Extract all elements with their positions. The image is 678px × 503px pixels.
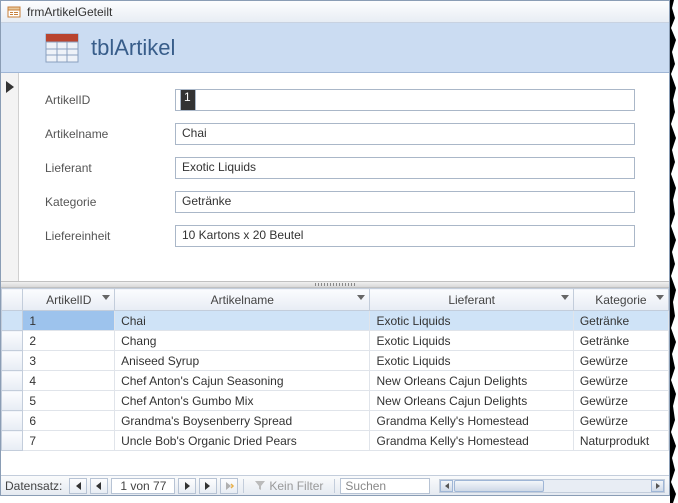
nav-filter-indicator[interactable]: Kein Filter [249, 479, 329, 493]
field-input[interactable]: Getränke [175, 191, 635, 213]
nav-prev-button[interactable] [90, 478, 108, 494]
nav-search-input[interactable]: Suchen [340, 478, 430, 494]
field-label: Kategorie [45, 195, 175, 209]
scroll-thumb[interactable] [454, 480, 544, 492]
cell[interactable]: 7 [23, 431, 115, 451]
current-record-marker-icon [6, 81, 14, 93]
chevron-down-icon[interactable] [357, 295, 365, 300]
field-input[interactable]: Chai [175, 123, 635, 145]
table-row[interactable]: 7Uncle Bob's Organic Dried PearsGrandma … [2, 431, 669, 451]
cell[interactable]: Gewürze [573, 351, 668, 371]
field-label: Liefereinheit [45, 229, 175, 243]
row-selector[interactable] [2, 411, 23, 431]
cell[interactable]: Chef Anton's Gumbo Mix [115, 391, 370, 411]
table-row[interactable]: 4Chef Anton's Cajun SeasoningNew Orleans… [2, 371, 669, 391]
chevron-down-icon[interactable] [561, 295, 569, 300]
nav-next-button[interactable] [178, 478, 196, 494]
table-row[interactable]: 1ChaiExotic LiquidsGetränke [2, 311, 669, 331]
torn-edge-decoration [670, 0, 678, 503]
cell[interactable]: Uncle Bob's Organic Dried Pears [115, 431, 370, 451]
field-input[interactable]: 10 Kartons x 20 Beutel [175, 225, 635, 247]
row-selector[interactable] [2, 431, 23, 451]
form-row: ArtikelnameChai [45, 123, 635, 145]
form-row: ArtikelID1 [45, 89, 635, 111]
form-row: LieferantExotic Liquids [45, 157, 635, 179]
field-label: Artikelname [45, 127, 175, 141]
cell[interactable]: Chef Anton's Cajun Seasoning [115, 371, 370, 391]
cell[interactable]: 4 [23, 371, 115, 391]
field-input[interactable]: Exotic Liquids [175, 157, 635, 179]
form-icon [7, 5, 21, 19]
form-row: KategorieGetränke [45, 191, 635, 213]
cell[interactable]: 1 [23, 311, 115, 331]
cell[interactable]: Grandma Kelly's Homestead [370, 431, 573, 451]
cell[interactable]: Gewürze [573, 411, 668, 431]
title-bar: frmArtikelGeteilt [1, 1, 669, 23]
record-navigation-bar: Datensatz: 1 von 77 Kein Filter Suchen [1, 475, 669, 495]
cell[interactable]: 6 [23, 411, 115, 431]
row-selector[interactable] [2, 311, 23, 331]
cell[interactable]: Getränke [573, 311, 668, 331]
separator [334, 479, 335, 493]
cell[interactable]: New Orleans Cajun Delights [370, 391, 573, 411]
separator [243, 479, 244, 493]
column-header[interactable]: Artikelname [115, 289, 370, 311]
nav-new-button[interactable] [220, 478, 238, 494]
chevron-down-icon[interactable] [102, 295, 110, 300]
field-label: ArtikelID [45, 93, 175, 107]
table-row[interactable]: 2ChangExotic LiquidsGetränke [2, 331, 669, 351]
table-row[interactable]: 3Aniseed SyrupExotic LiquidsGewürze [2, 351, 669, 371]
cell[interactable]: Grandma's Boysenberry Spread [115, 411, 370, 431]
cell[interactable]: Chang [115, 331, 370, 351]
cell[interactable]: New Orleans Cajun Delights [370, 371, 573, 391]
row-selector[interactable] [2, 351, 23, 371]
cell[interactable]: Exotic Liquids [370, 311, 573, 331]
row-selector[interactable] [2, 391, 23, 411]
column-header[interactable]: Kategorie [573, 289, 668, 311]
form-detail-section: ArtikelID1 ArtikelnameChai LieferantExotic… [1, 73, 669, 281]
cell[interactable]: Exotic Liquids [370, 351, 573, 371]
table-row[interactable]: 6Grandma's Boysenberry SpreadGrandma Kel… [2, 411, 669, 431]
scroll-left-button[interactable] [440, 480, 453, 492]
table-icon [45, 33, 79, 63]
form-window: frmArtikelGeteilt tblArtikel ArtikelID1A… [0, 0, 670, 496]
column-header[interactable]: Lieferant [370, 289, 573, 311]
cell[interactable]: Gewürze [573, 371, 668, 391]
cell[interactable]: Naturprodukt [573, 431, 668, 451]
field-input[interactable]: 1 [175, 89, 635, 111]
record-selector[interactable] [1, 73, 19, 281]
window-title: frmArtikelGeteilt [27, 5, 112, 19]
funnel-icon [255, 481, 265, 491]
cell[interactable]: Aniseed Syrup [115, 351, 370, 371]
cell[interactable]: 3 [23, 351, 115, 371]
form-title: tblArtikel [91, 35, 175, 61]
splitter-bar[interactable] [1, 281, 669, 288]
form-header: tblArtikel [1, 23, 669, 73]
cell[interactable]: Getränke [573, 331, 668, 351]
nav-last-button[interactable] [199, 478, 217, 494]
column-header[interactable]: ArtikelID [23, 289, 115, 311]
nav-position-input[interactable]: 1 von 77 [111, 478, 175, 494]
cell[interactable]: Gewürze [573, 391, 668, 411]
row-selector[interactable] [2, 331, 23, 351]
chevron-down-icon[interactable] [656, 295, 664, 300]
nav-first-button[interactable] [69, 478, 87, 494]
field-label: Lieferant [45, 161, 175, 175]
row-selector-header[interactable] [2, 289, 23, 311]
horizontal-scrollbar[interactable] [439, 479, 665, 493]
nav-label: Datensatz: [5, 479, 62, 493]
cell[interactable]: Chai [115, 311, 370, 331]
cell[interactable]: 5 [23, 391, 115, 411]
cell[interactable]: Exotic Liquids [370, 331, 573, 351]
cell[interactable]: Grandma Kelly's Homestead [370, 411, 573, 431]
row-selector[interactable] [2, 371, 23, 391]
cell[interactable]: 2 [23, 331, 115, 351]
datasheet-grid: ArtikelIDArtikelnameLieferantKategorie 1… [1, 288, 669, 451]
filter-label: Kein Filter [269, 479, 323, 493]
table-row[interactable]: 5Chef Anton's Gumbo MixNew Orleans Cajun… [2, 391, 669, 411]
gripper-icon [315, 283, 355, 286]
scroll-right-button[interactable] [651, 480, 664, 492]
form-row: Liefereinheit10 Kartons x 20 Beutel [45, 225, 635, 247]
